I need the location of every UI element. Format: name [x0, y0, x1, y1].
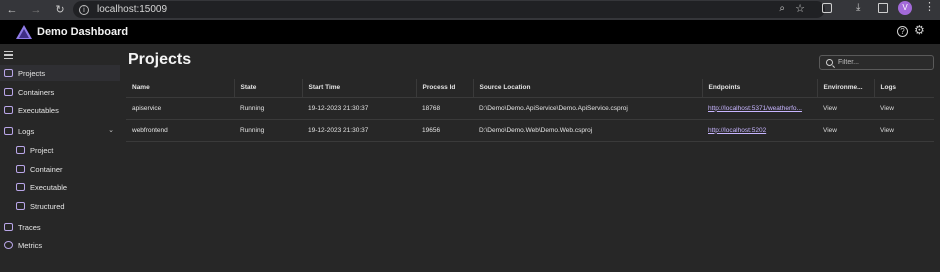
sidebar-item-label: Structured [30, 201, 65, 211]
container-log-icon [16, 165, 25, 173]
sidebar-item-label: Project [30, 145, 54, 155]
metrics-icon [4, 241, 13, 249]
cell-logs: View [874, 97, 934, 120]
extensions-icon[interactable] [822, 3, 832, 13]
table-row: webfrontend Running 19-12-2023 21:30:37 … [126, 119, 934, 142]
cell-source-location: D:\Demo\Demo.ApiService\Demo.ApiService.… [473, 97, 702, 120]
structured-log-icon [16, 202, 25, 210]
sidebar-item-label: Traces [18, 222, 41, 232]
sidebar-item-traces[interactable]: Traces [0, 219, 120, 235]
sidebar-item-metrics[interactable]: Metrics [0, 237, 120, 253]
site-info-icon[interactable]: i [79, 4, 89, 15]
environment-view-link[interactable]: View [823, 127, 837, 134]
column-header-environment[interactable]: Environme... [816, 79, 874, 98]
filter-input[interactable] [838, 59, 928, 66]
url-text[interactable]: localhost:15009 [97, 4, 167, 15]
environment-view-link[interactable]: View [823, 105, 837, 112]
hamburger-menu-icon[interactable] [4, 51, 13, 61]
column-header-process-id[interactable]: Process Id [415, 79, 473, 98]
sidebar-item-projects[interactable]: Projects [0, 65, 120, 81]
sidebar-item-label: Containers [18, 87, 55, 97]
executables-icon [4, 106, 13, 114]
reload-icon[interactable]: ↻ [53, 3, 67, 17]
column-header-start-time[interactable]: Start Time [301, 79, 416, 98]
download-icon[interactable]: ⤓ [856, 3, 860, 13]
containers-icon [4, 88, 13, 96]
cell-name: webfrontend [126, 119, 234, 142]
sidebar-item-label: Executable [30, 182, 68, 192]
app-logo-icon [16, 25, 32, 39]
projects-icon [4, 69, 13, 77]
sidebar-item-label: Logs [18, 126, 35, 136]
logs-icon [4, 127, 13, 135]
sidebar-item-executable-logs[interactable]: Executable [0, 179, 120, 195]
column-header-endpoints[interactable]: Endpoints [701, 79, 817, 98]
cell-endpoints: http://localhost:5371/weatherfo... [702, 97, 817, 120]
cell-process-id: 18768 [416, 97, 473, 120]
help-icon[interactable]: ? [897, 26, 908, 37]
logs-view-link[interactable]: View [880, 105, 894, 112]
filter-box[interactable] [819, 55, 934, 70]
sidebar-item-logs[interactable]: Logs ⌄ [0, 123, 120, 139]
browser-menu-icon[interactable]: ⋮ [924, 2, 935, 13]
main-content: Projects Name State Start Time Process I… [120, 44, 940, 272]
table-header-row: Name State Start Time Process Id Source … [126, 79, 934, 98]
cell-logs: View [874, 119, 934, 142]
cell-environment: View [817, 119, 874, 142]
forward-arrow-icon[interactable]: → [29, 3, 43, 17]
sidebar: Projects Containers Executables Logs ⌄ P… [0, 44, 120, 272]
cell-process-id: 19656 [416, 119, 473, 142]
sidebar-item-label: Container [30, 164, 63, 174]
cell-start-time: 19-12-2023 21:30:37 [302, 119, 416, 142]
sidebar-item-project-logs[interactable]: Project [0, 142, 120, 158]
executable-log-icon [16, 183, 25, 191]
app-title: Demo Dashboard [37, 26, 129, 38]
project-log-icon [16, 146, 25, 154]
profile-avatar[interactable]: V [898, 1, 912, 15]
sidebar-item-containers[interactable]: Containers [0, 84, 120, 100]
app-header: Demo Dashboard ? ⚙ [0, 20, 940, 44]
cell-environment: View [817, 97, 874, 120]
cell-start-time: 19-12-2023 21:30:37 [302, 97, 416, 120]
sidebar-item-container-logs[interactable]: Container [0, 161, 120, 177]
page-title: Projects [128, 51, 192, 68]
cell-state: Running [234, 97, 302, 120]
bookmark-star-icon[interactable]: ☆ [795, 2, 805, 15]
chevron-down-icon[interactable]: ⌄ [108, 126, 114, 134]
endpoint-link[interactable]: http://localhost:5371/weatherfo... [708, 105, 802, 112]
sidebar-item-structured-logs[interactable]: Structured [0, 198, 120, 214]
browser-toolbar: ← → ↻ i localhost:15009 ⌕ ☆ ⤓ V ⋮ [0, 0, 940, 20]
search-icon [826, 59, 833, 66]
logs-view-link[interactable]: View [880, 127, 894, 134]
cell-state: Running [234, 119, 302, 142]
cell-endpoints: http://localhost:5202 [702, 119, 817, 142]
sidebar-item-executables[interactable]: Executables [0, 102, 120, 118]
column-header-logs[interactable]: Logs [873, 79, 934, 98]
back-arrow-icon[interactable]: ← [5, 3, 19, 17]
projects-table: Name State Start Time Process Id Source … [126, 79, 934, 142]
cell-name: apiservice [126, 97, 234, 120]
zoom-icon[interactable]: ⌕ [779, 3, 785, 14]
side-panel-icon[interactable] [878, 3, 888, 13]
table-row: apiservice Running 19-12-2023 21:30:37 1… [126, 97, 934, 120]
column-header-source-location[interactable]: Source Location [472, 79, 702, 98]
traces-icon [4, 223, 13, 231]
settings-gear-icon[interactable]: ⚙ [914, 24, 925, 36]
cell-source-location: D:\Demo\Demo.Web\Demo.Web.csproj [473, 119, 702, 142]
sidebar-item-label: Executables [18, 105, 59, 115]
address-bar[interactable]: i localhost:15009 ⌕ ☆ [73, 1, 825, 18]
column-header-name[interactable]: Name [126, 79, 234, 98]
endpoint-link[interactable]: http://localhost:5202 [708, 127, 766, 134]
sidebar-item-label: Metrics [18, 240, 43, 250]
column-header-state[interactable]: State [233, 79, 302, 98]
sidebar-item-label: Projects [18, 68, 46, 78]
